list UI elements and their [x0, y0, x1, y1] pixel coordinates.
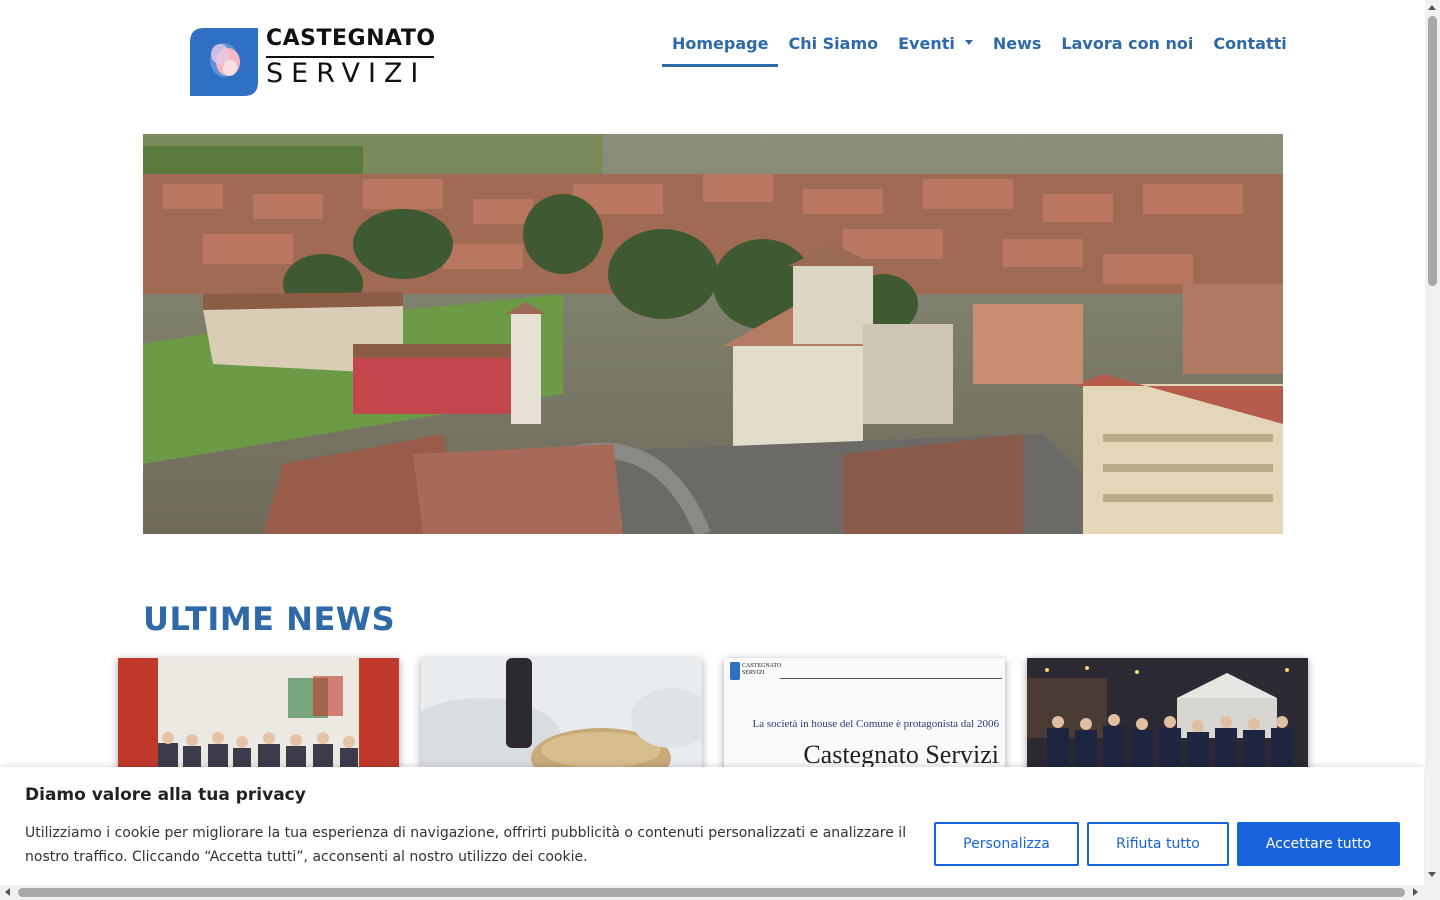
- scroll-left-arrow-icon[interactable]: [5, 888, 10, 896]
- scroll-up-arrow-icon[interactable]: [1428, 5, 1436, 10]
- nav-item-contatti[interactable]: Contatti: [1203, 28, 1296, 67]
- scroll-right-arrow-icon[interactable]: [1413, 888, 1418, 896]
- horizontal-scrollbar-thumb[interactable]: [18, 888, 1405, 897]
- group-photo-event: [118, 658, 399, 778]
- newspaper-clipping: CASTEGNATO SERVIZI La società in house d…: [724, 658, 1005, 778]
- nav-item-label: Homepage: [672, 34, 769, 53]
- news-section-title: ULTIME NEWS: [143, 600, 396, 638]
- nav-item-label: News: [992, 34, 1042, 53]
- cookie-consent-banner: Diamo valore alla tua privacy Utilizziam…: [0, 767, 1424, 887]
- aerial-town-photo: [143, 134, 1283, 534]
- nav-item-label: Contatti: [1213, 34, 1287, 53]
- nav-item-homepage[interactable]: Homepage: [662, 28, 779, 67]
- horizontal-scrollbar[interactable]: [0, 885, 1425, 900]
- reject-all-button[interactable]: Rifiuta tutto: [1087, 822, 1229, 866]
- chevron-down-icon[interactable]: [964, 40, 973, 45]
- nav-item-label: Eventi: [898, 34, 955, 53]
- customize-button[interactable]: Personalizza: [934, 822, 1079, 866]
- clipping-brand: CASTEGNATO SERVIZI: [742, 663, 782, 676]
- nav-item-eventi[interactable]: Eventi: [888, 28, 983, 67]
- hero-image: [143, 134, 1283, 534]
- news-card[interactable]: [118, 658, 399, 778]
- news-card[interactable]: CASTEGNATO SERVIZI La società in house d…: [724, 658, 1005, 778]
- news-card[interactable]: [421, 658, 702, 778]
- site-logo[interactable]: CASTEGNATO SERVIZI: [190, 26, 440, 98]
- nav-item-chi-siamo[interactable]: Chi Siamo: [778, 28, 888, 67]
- nav-item-label: Chi Siamo: [788, 34, 879, 53]
- castegnato-servizi-logo-icon: [190, 28, 258, 96]
- logo-name-line2: SERVIZI: [266, 58, 427, 89]
- cookie-title: Diamo valore alla tua privacy: [25, 785, 306, 805]
- cookie-description: Utilizziamo i cookie per migliorare la t…: [25, 825, 907, 865]
- clipping-divider: [780, 678, 1002, 679]
- scroll-down-arrow-icon[interactable]: [1428, 872, 1436, 877]
- vertical-scrollbar[interactable]: [1425, 0, 1440, 900]
- news-cards: CASTEGNATO SERVIZI La società in house d…: [118, 658, 1308, 778]
- nav-item-news[interactable]: News: [983, 28, 1052, 67]
- clipping-headline: Castegnato Servizi: [803, 740, 999, 769]
- main-navigation: Homepage Chi Siamo Eventi News Lavora co…: [662, 28, 1297, 67]
- night-festival-group: [1027, 658, 1308, 778]
- vertical-scrollbar-thumb[interactable]: [1428, 16, 1437, 286]
- wine-bottle-table: [421, 658, 702, 778]
- accept-all-button[interactable]: Accettare tutto: [1237, 822, 1400, 866]
- news-card[interactable]: [1027, 658, 1308, 778]
- nav-item-lavora-con-noi[interactable]: Lavora con noi: [1051, 28, 1203, 67]
- clipping-logo-icon: [730, 662, 740, 680]
- clipping-subheadline: La società in house del Comune è protago…: [752, 718, 999, 730]
- nav-item-label: Lavora con noi: [1061, 34, 1194, 53]
- logo-name-line1: CASTEGNATO: [266, 26, 436, 51]
